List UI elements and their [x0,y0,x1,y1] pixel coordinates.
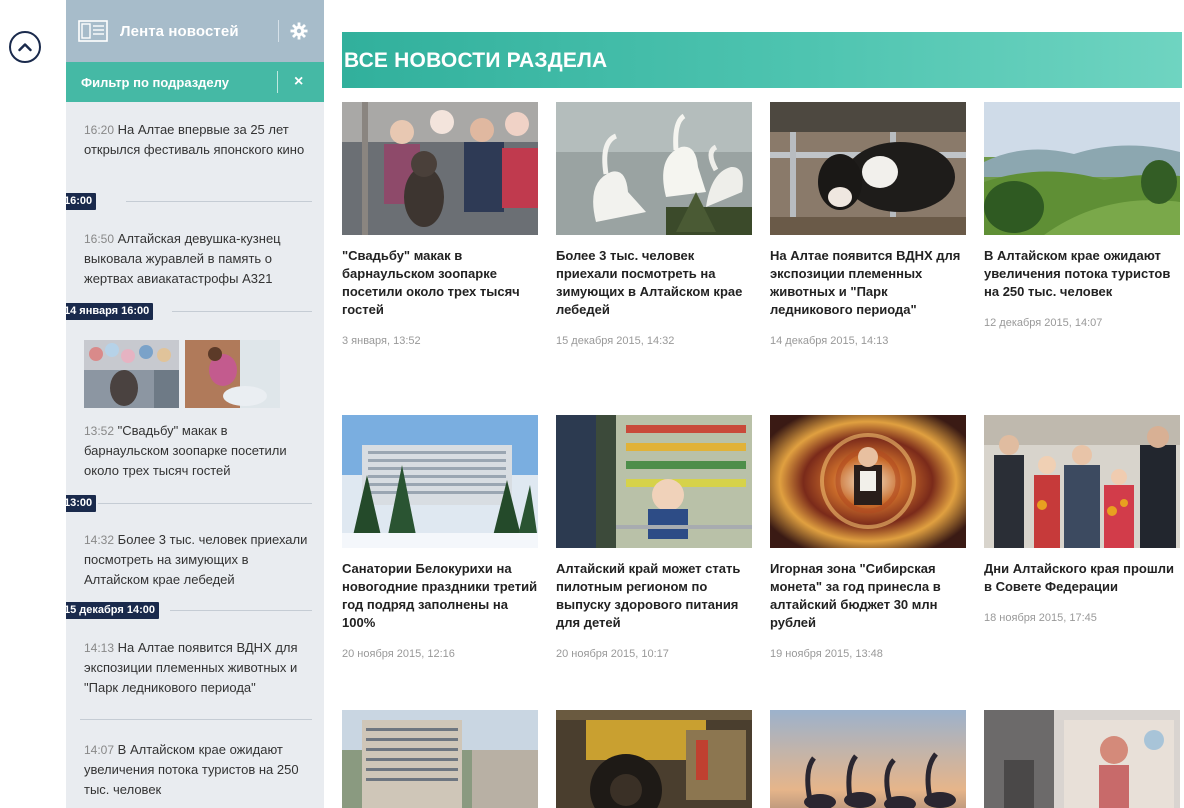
news-card-image-swans-sunset[interactable] [770,710,966,808]
filter-label: Фильтр по подразделу [81,74,229,90]
news-card-headline[interactable]: Санатории Белокурихи на новогодние празд… [342,560,538,632]
gear-icon[interactable] [290,22,308,40]
news-card-image-cow[interactable] [770,102,966,235]
news-card-headline[interactable]: Дни Алтайского края прошли в Совете Феде… [984,560,1180,596]
feed-item-text: На Алтае появится ВДНХ для экспозиции пл… [84,640,298,695]
sidebar-header: Лента новостей [66,0,324,62]
news-card-image-mural[interactable] [984,710,1180,808]
time-marker: 14 января 16:00 [66,303,154,320]
feed-item[interactable]: 14:32 Более 3 тыс. человек приехали посм… [84,530,314,590]
news-card-date: 15 декабря 2015, 14:32 [556,335,675,347]
thumbnail-blacksmith-photo[interactable] [185,340,280,408]
divider [126,201,312,202]
news-card[interactable]: Алтайский край может стать пилотным реги… [556,415,752,660]
feed-item[interactable]: 16:20 На Алтае впервые за 25 лет открылс… [84,120,314,160]
sidebar-title: Лента новостей [120,22,239,40]
news-card[interactable]: "Свадьбу" макак в барнаульском зоопарке … [342,102,538,347]
divider [170,610,312,611]
news-card-date: 20 ноября 2015, 12:16 [342,648,455,660]
feed-item-time: 16:50 [84,232,115,246]
news-card-image-swans[interactable] [556,102,752,235]
close-icon[interactable]: × [294,72,303,92]
divider [98,503,312,504]
news-card[interactable]: Санатории Белокурихи на новогодние празд… [342,415,538,660]
news-card-image-sanatorium[interactable] [342,415,538,548]
news-card-headline[interactable]: Алтайский край может стать пилотным реги… [556,560,752,632]
feed-item[interactable]: 16:50 Алтайская девушка-кузнец выковала … [84,229,314,289]
news-card-image-building[interactable] [342,710,538,808]
newspaper-icon [78,20,108,42]
news-card[interactable]: Более 3 тыс. человек приехали посмотреть… [556,102,752,347]
news-card-date: 3 января, 13:52 [342,335,421,347]
news-card[interactable] [342,710,538,808]
feed-item-time: 13:52 [84,424,115,438]
news-card-date: 14 декабря 2015, 14:13 [770,335,889,347]
feed-item-time: 14:32 [84,533,115,547]
feed-item-text: Более 3 тыс. человек приехали посмотреть… [84,532,308,587]
feed-item-text: "Свадьбу" макак в барнаульском зоопарке … [84,423,287,478]
news-card[interactable] [984,710,1180,808]
news-card[interactable]: Игорная зона "Сибирская монета" за год п… [770,415,966,660]
news-card-image-baby-supermarket[interactable] [556,415,752,548]
divider [277,71,278,93]
section-banner: ВСЕ НОВОСТИ РАЗДЕЛА [342,32,1182,88]
page-title: ВСЕ НОВОСТИ РАЗДЕЛА [344,49,608,72]
feed-item-time: 16:20 [84,123,115,137]
news-card-headline[interactable]: На Алтае появится ВДНХ для экспозиции пл… [770,247,966,319]
time-marker: 16:00 [66,193,97,210]
time-marker: 13:00 [66,495,97,512]
time-marker: 15 декабря 14:00 [66,602,159,619]
feed-item[interactable]: 13:52 "Свадьбу" макак в барнаульском зоо… [84,421,314,481]
collapse-button[interactable] [9,31,41,63]
news-card[interactable] [556,710,752,808]
news-card-date: 12 декабря 2015, 14:07 [984,317,1103,329]
news-card[interactable] [770,710,966,808]
news-card-headline[interactable]: Более 3 тыс. человек приехали посмотреть… [556,247,752,319]
news-card[interactable]: Дни Алтайского края прошли в Совете Феде… [984,415,1180,624]
news-card-headline[interactable]: В Алтайском крае ожидают увеличения пото… [984,247,1180,301]
feed-item[interactable]: 14:13 На Алтае появится ВДНХ для экспози… [84,638,314,698]
news-card-image-tractor[interactable] [556,710,752,808]
news-card-headline[interactable]: "Свадьбу" макак в барнаульском зоопарке … [342,247,538,319]
divider [80,719,312,720]
chevron-up-icon [18,43,32,52]
news-card-headline[interactable]: Игорная зона "Сибирская монета" за год п… [770,560,966,632]
news-card-image-monkey[interactable] [342,102,538,235]
feed-item-text: На Алтае впервые за 25 лет открылся фест… [84,122,305,157]
divider [172,311,312,312]
thumbnail-monkey-photo[interactable] [84,340,179,408]
news-card-date: 18 ноября 2015, 17:45 [984,612,1097,624]
news-card-date: 19 ноября 2015, 13:48 [770,648,883,660]
divider [278,20,279,42]
feed-item-time: 14:07 [84,743,115,757]
news-card[interactable]: В Алтайском крае ожидают увеличения пото… [984,102,1180,329]
thumbnail-row [84,340,280,408]
feed-item-time: 14:13 [84,641,115,655]
news-card-image-casino[interactable] [770,415,966,548]
filter-bar[interactable]: Фильтр по подразделу × [66,62,324,102]
feed-item-text: В Алтайском крае ожидают увеличения пото… [84,742,299,797]
news-card-image-federation-council[interactable] [984,415,1180,548]
news-card[interactable]: На Алтае появится ВДНХ для экспозиции пл… [770,102,966,347]
news-card-date: 20 ноября 2015, 10:17 [556,648,669,660]
feed-item[interactable]: 14:07 В Алтайском крае ожидают увеличени… [84,740,314,800]
news-card-image-mountains[interactable] [984,102,1180,235]
feed-item-text: Алтайская девушка-кузнец выковала журавл… [84,231,281,286]
news-feed-sidebar: Лента новостей Фильтр по подразделу × 16… [66,0,324,808]
